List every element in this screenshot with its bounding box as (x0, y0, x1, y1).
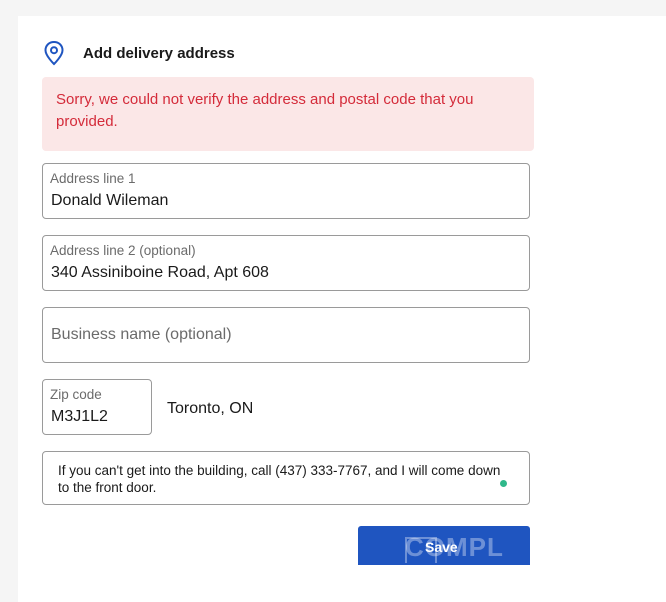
error-message: Sorry, we could not verify the address a… (56, 91, 474, 130)
save-button-label: Save (425, 539, 458, 555)
business-name-field[interactable]: Business name (optional) (42, 307, 530, 363)
address-line-2-label: Address line 2 (optional) (50, 243, 196, 258)
address-line-1-value[interactable]: Donald Wileman (51, 192, 168, 210)
zip-code-value[interactable]: M3J1L2 (51, 408, 108, 426)
error-banner: Sorry, we could not verify the address a… (42, 77, 534, 151)
page-title: Add delivery address (83, 44, 235, 62)
zip-code-field[interactable]: Zip code M3J1L2 (42, 379, 152, 435)
city-province-text: Toronto, ON (167, 400, 254, 417)
address-line-1-label: Address line 1 (50, 171, 136, 186)
zip-code-label: Zip code (50, 387, 102, 402)
save-button[interactable]: COMPL Save (358, 526, 530, 565)
delivery-address-card: Add delivery address Sorry, we could not… (18, 16, 666, 602)
address-line-1-field[interactable]: Address line 1 Donald Wileman (42, 163, 530, 219)
delivery-note-text[interactable]: If you can't get into the building, call… (58, 462, 513, 496)
address-line-2-value[interactable]: 340 Assiniboine Road, Apt 608 (51, 264, 269, 282)
delivery-note-textarea[interactable]: If you can't get into the building, call… (42, 451, 530, 505)
status-dot (500, 480, 507, 487)
business-name-placeholder: Business name (optional) (51, 326, 232, 343)
location-pin-icon (42, 40, 66, 66)
card-header: Add delivery address (42, 40, 235, 66)
address-line-2-field[interactable]: Address line 2 (optional) 340 Assiniboin… (42, 235, 530, 291)
